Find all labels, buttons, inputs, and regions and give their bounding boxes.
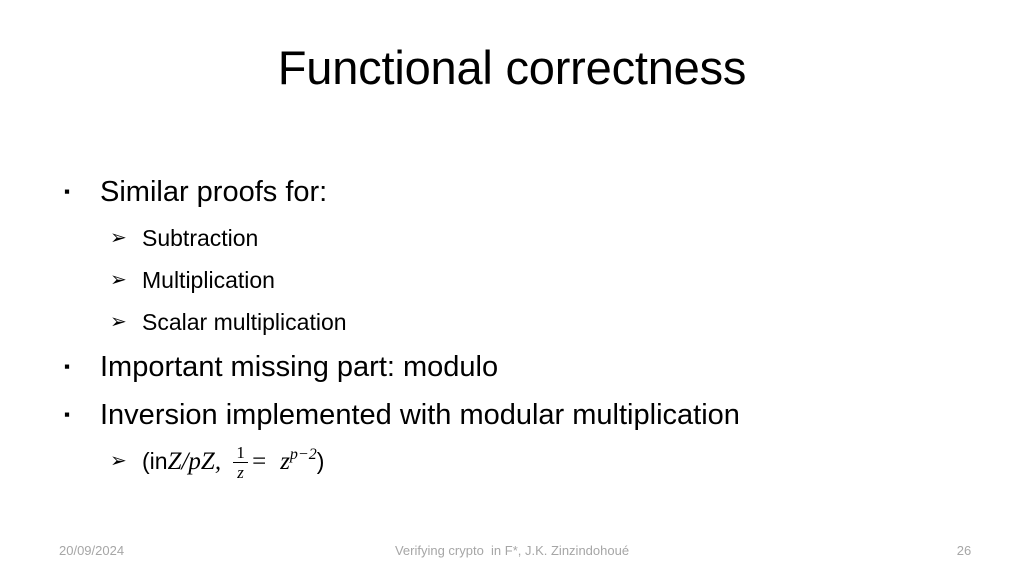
bullet-label: Inversion implemented with modular multi… [100, 399, 740, 431]
formula-base: z [280, 448, 290, 475]
sub-bullet-formula: ➢ (in Z/pZ, 1 z = z p−2) [110, 441, 962, 482]
page-title: Functional correctness [277, 41, 747, 94]
sub-bullet-label: Scalar multiplication [142, 309, 347, 335]
bullet-important-missing-part: ▪ Important missing part: modulo [62, 345, 962, 389]
bullet-similar-proofs: ▪ Similar proofs for: [62, 170, 962, 214]
formula-suffix: ) [316, 448, 325, 474]
bullet-inversion-implemented: ▪ Inversion implemented with modular mul… [62, 393, 962, 437]
arrow-bullet-icon: ➢ [110, 311, 127, 333]
formula-denominator: z [237, 462, 244, 482]
formula-ring: Z/pZ [167, 448, 215, 475]
sub-bullet-scalar-multiplication: ➢ Scalar multiplication [110, 302, 962, 343]
formula-equals: = [252, 448, 267, 475]
square-bullet-icon: ▪ [64, 182, 71, 201]
arrow-bullet-icon: ➢ [110, 269, 127, 291]
sub-bullet-group: ➢ Subtraction ➢ Multiplication ➢ Scalar … [62, 218, 962, 343]
sub-bullet-label: Multiplication [142, 267, 275, 293]
formula-expression: (in Z/pZ, 1 z = z p−2) [142, 441, 962, 482]
footer-title: Verifying crypto in F*, J.K. Zinzindohou… [394, 543, 630, 558]
square-bullet-icon: ▪ [64, 405, 71, 424]
formula-exponent: p−2 [289, 446, 317, 463]
slide-footer: 20/09/2024 Verifying crypto in F*, J.K. … [0, 538, 1024, 564]
slide-canvas: Functional correctness ▪ Similar proofs … [0, 0, 1024, 576]
formula-prefix: (in [142, 448, 168, 474]
sub-bullet-label: Subtraction [142, 225, 259, 251]
slide-body-content: ▪ Similar proofs for: ➢ Subtraction ➢ Mu… [62, 170, 962, 483]
sub-bullet-multiplication: ➢ Multiplication [110, 260, 962, 301]
arrow-bullet-icon: ➢ [110, 227, 127, 249]
formula-fraction: 1z [233, 442, 249, 482]
bullet-label: Similar proofs for: [100, 176, 328, 208]
bullet-label: Important missing part: modulo [100, 351, 499, 383]
footer-page-number: 26 [956, 543, 972, 558]
formula-comma: , [214, 448, 222, 475]
square-bullet-icon: ▪ [64, 357, 71, 376]
arrow-bullet-icon: ➢ [110, 450, 127, 472]
formula-numerator: 1 [236, 442, 245, 462]
sub-bullet-subtraction: ➢ Subtraction [110, 218, 962, 259]
